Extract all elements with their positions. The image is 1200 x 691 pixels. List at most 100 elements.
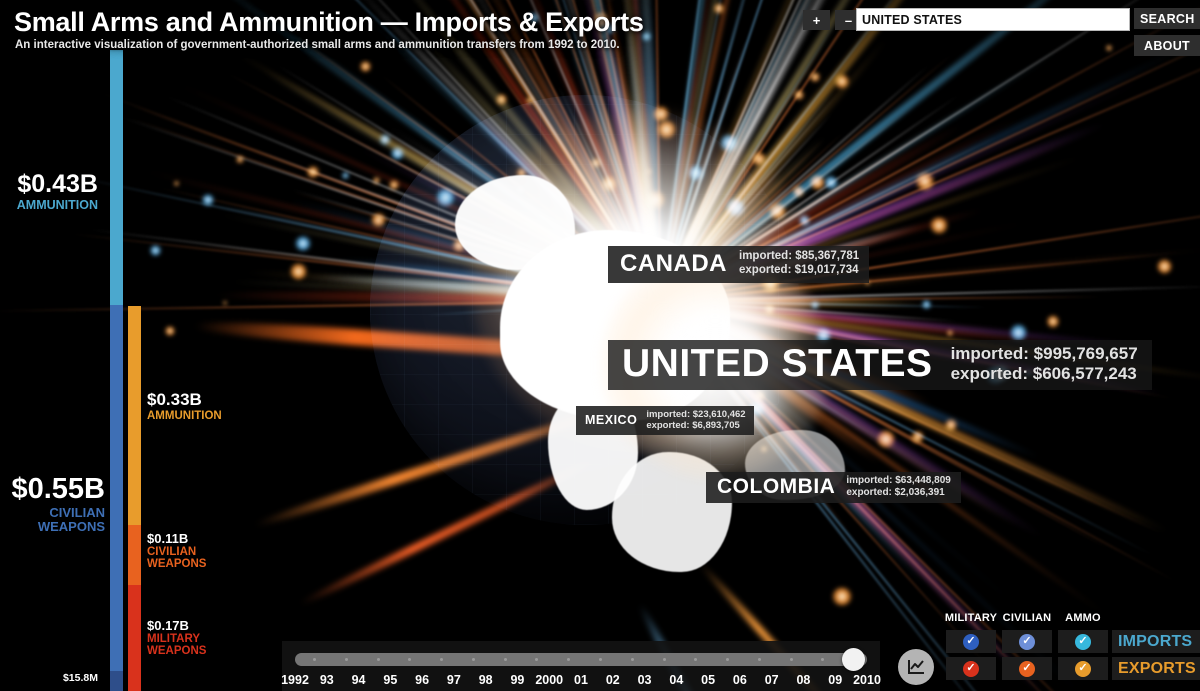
legend-category-line1: CIVILIAN <box>147 546 197 558</box>
timeline-handle[interactable] <box>842 648 865 671</box>
timeline-tick <box>789 658 793 661</box>
country-values: imported: $63,448,809 exported: $2,036,3… <box>846 475 951 499</box>
legend-category-line2: WEAPONS <box>147 645 207 658</box>
timeline-tick <box>694 658 698 661</box>
legend-segment[interactable] <box>128 306 141 525</box>
filter-checkbox-civilian-imports[interactable]: ✓ <box>1002 630 1052 653</box>
legend-category-line1: CIVILIAN <box>49 505 105 520</box>
timeline-year[interactable]: 07 <box>765 673 779 687</box>
filter-checkbox-ammo-imports[interactable]: ✓ <box>1058 630 1108 653</box>
legend-category: AMMUNITION <box>147 410 222 422</box>
legend-category-line1: MILITARY <box>147 633 201 645</box>
timeline-year[interactable]: 97 <box>447 673 461 687</box>
country-imported: imported: $63,448,809 <box>846 475 951 487</box>
about-button[interactable]: ABOUT <box>1134 35 1200 56</box>
timeline-year[interactable]: 05 <box>701 673 715 687</box>
timeline-tick <box>408 658 412 661</box>
country-name: CANADA <box>620 250 727 277</box>
country-imported: imported: $995,769,657 <box>950 343 1138 363</box>
year-timeline[interactable]: 1992 93 94 95 96 97 98 99 2000 01 02 03 04 05 06 07 08 09… <box>281 641 881 691</box>
filter-panel: MILITARY CIVILIAN AMMO ✓ ✓ ✓ IMPORTS ✓ ✓ ✓ EXPORTS <box>930 606 1200 691</box>
country-imported: imported: $23,610,462 <box>646 409 746 420</box>
search-button[interactable]: SEARCH <box>1134 8 1200 29</box>
country-name: COLOMBIA <box>717 475 836 498</box>
country-name: UNITED STATES <box>622 342 933 385</box>
country-name: MEXICO <box>585 413 638 428</box>
timeline-year[interactable]: 01 <box>574 673 588 687</box>
legend-panel: $0.43B AMMUNITION $0.55B CIVILIAN WEAPON… <box>0 0 250 691</box>
line-chart-icon[interactable] <box>898 649 934 685</box>
filter-checkbox-civilian-exports[interactable]: ✓ <box>1002 657 1052 680</box>
timeline-year[interactable]: 2000 <box>535 673 563 687</box>
filter-checkbox-military-exports[interactable]: ✓ <box>946 657 996 680</box>
timeline-year[interactable]: 1992 <box>281 673 309 687</box>
legend-segment[interactable] <box>110 305 123 671</box>
legend-ammunition-exports: $0.33B AMMUNITION <box>147 390 222 422</box>
legend-ammunition-imports: $0.43B AMMUNITION <box>17 170 98 213</box>
timeline-tick <box>440 658 444 661</box>
country-values: imported: $85,367,781 exported: $19,017,… <box>739 250 859 277</box>
legend-civilian-exports: $0.11B CIVILIAN WEAPONS <box>147 531 206 571</box>
timeline-tick <box>662 658 666 661</box>
timeline-year[interactable]: 02 <box>606 673 620 687</box>
zoom-in-button[interactable]: + <box>803 10 830 30</box>
timeline-year[interactable]: 06 <box>733 673 747 687</box>
legend-amount: $0.43B <box>17 170 98 198</box>
filter-direction-exports[interactable]: EXPORTS <box>1112 657 1200 680</box>
timeline-tick <box>599 658 602 661</box>
check-icon: ✓ <box>1075 633 1091 650</box>
filter-checkbox-military-imports[interactable]: ✓ <box>946 630 996 653</box>
timeline-tick <box>726 658 730 661</box>
timeline-tick <box>503 658 507 661</box>
check-icon: ✓ <box>1019 660 1035 677</box>
legend-civilian-imports: $0.55B CIVILIAN WEAPONS <box>11 473 105 534</box>
country-tooltip-mexico[interactable]: MEXICO imported: $23,610,462 exported: $… <box>576 406 754 436</box>
country-imported: imported: $85,367,781 <box>739 250 860 263</box>
filter-direction-imports[interactable]: IMPORTS <box>1112 630 1200 653</box>
legend-category-line2: WEAPONS <box>37 519 105 535</box>
legend-amount: $0.17B <box>147 618 189 633</box>
legend-amount: $0.11B <box>147 531 189 546</box>
timeline-tick <box>344 658 348 661</box>
timeline-track[interactable] <box>295 653 867 666</box>
country-exported: exported: $606,577,243 <box>950 364 1137 383</box>
check-icon: ✓ <box>963 660 979 677</box>
legend-segment[interactable] <box>128 525 141 585</box>
timeline-year[interactable]: 93 <box>320 673 334 687</box>
timeline-year[interactable]: 04 <box>669 673 683 687</box>
timeline-tick <box>630 658 634 661</box>
timeline-year[interactable]: 08 <box>796 673 810 687</box>
app-root: Small Arms and Ammunition — Imports & Ex… <box>0 0 1200 691</box>
timeline-year[interactable]: 99 <box>510 673 524 687</box>
timeline-year[interactable]: 95 <box>383 673 397 687</box>
check-icon: ✓ <box>1019 633 1035 650</box>
timeline-year[interactable]: 96 <box>415 673 429 687</box>
country-tooltip-united-states[interactable]: UNITED STATES imported: $995,769,657 exp… <box>608 340 1152 390</box>
legend-military-exports: $0.17B MILITARY WEAPONS <box>147 618 206 658</box>
timeline-tick <box>313 658 316 661</box>
timeline-tick <box>535 658 539 661</box>
legend-segment[interactable] <box>128 585 141 691</box>
filter-checkbox-ammo-exports[interactable]: ✓ <box>1058 657 1108 680</box>
country-tooltip-canada[interactable]: CANADA imported: $85,367,781 exported: $… <box>608 246 870 283</box>
legend-segment[interactable] <box>110 50 123 305</box>
timeline-year[interactable]: 98 <box>479 673 493 687</box>
timeline-tick <box>471 658 475 661</box>
legend-minimum-value: $15.8M <box>63 672 98 684</box>
check-icon: ✓ <box>963 633 979 650</box>
legend-segment[interactable] <box>110 671 123 691</box>
timeline-year[interactable]: 2010 <box>853 673 881 687</box>
line-chart-glyph <box>908 660 924 674</box>
search-input[interactable] <box>856 8 1130 31</box>
timeline-year[interactable]: 09 <box>828 673 842 687</box>
timeline-tick <box>376 658 380 661</box>
country-values: imported: $23,610,462 exported: $6,893,7… <box>646 409 745 431</box>
timeline-year[interactable]: 94 <box>352 673 366 687</box>
timeline-tick <box>567 658 571 661</box>
check-icon: ✓ <box>1075 660 1091 677</box>
legend-category-line2: WEAPONS <box>147 558 207 571</box>
timeline-year[interactable]: 03 <box>638 673 652 687</box>
country-exported: exported: $19,017,734 <box>739 264 859 276</box>
legend-amount: $0.55B <box>11 473 105 505</box>
country-tooltip-colombia[interactable]: COLOMBIA imported: $63,448,809 exported:… <box>706 472 961 503</box>
